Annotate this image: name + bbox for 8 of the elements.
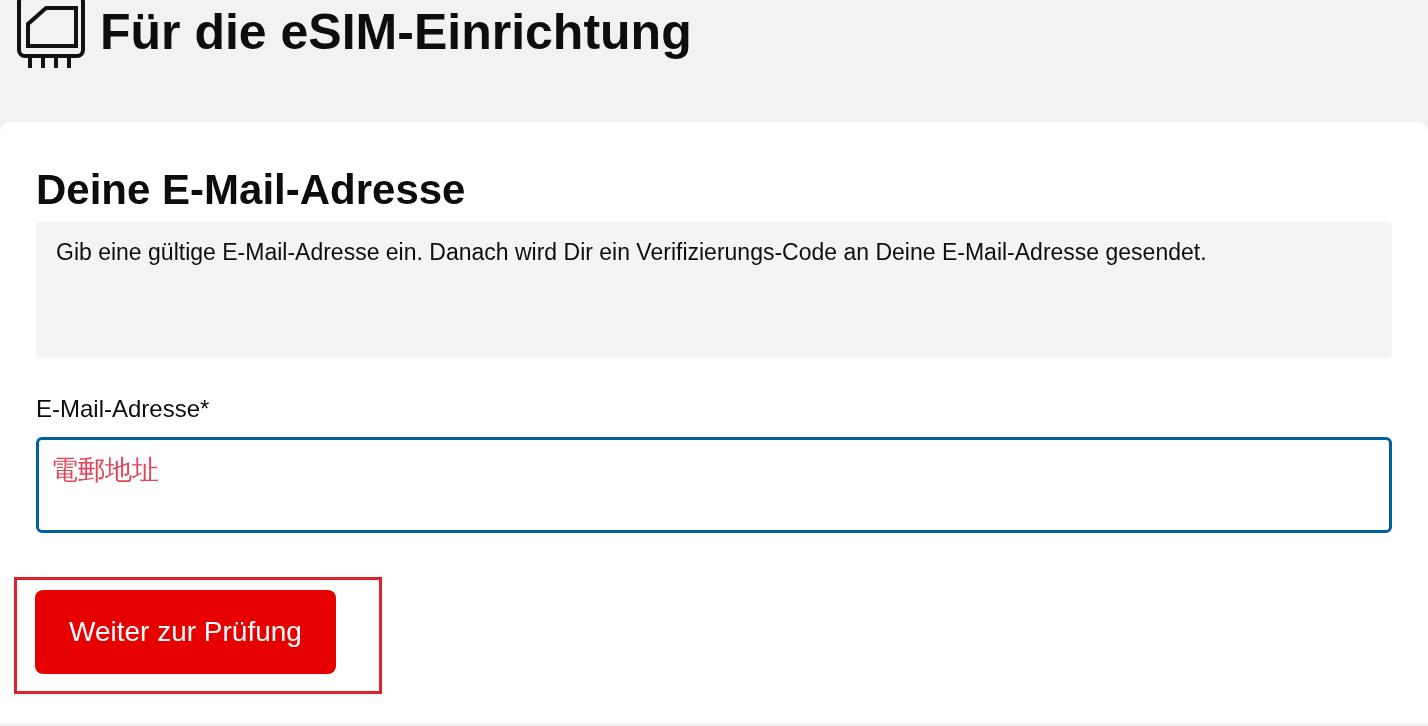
- continue-button[interactable]: Weiter zur Prüfung: [35, 590, 336, 674]
- page-title: Für die eSIM-Einrichtung: [100, 7, 692, 57]
- info-text: Gib eine gültige E-Mail-Adresse ein. Danach wird Dir ein Verifizierungs-Code an Deine E-Mail-Adresse gesendet.: [56, 238, 1208, 267]
- email-field[interactable]: 電郵地址: [36, 437, 1392, 533]
- sim-card-icon: [16, 0, 88, 70]
- field-label: E-Mail-Adresse*: [36, 394, 210, 424]
- annotation-text: 電郵地址: [51, 454, 159, 486]
- section-heading: Deine E-Mail-Adresse: [36, 165, 466, 215]
